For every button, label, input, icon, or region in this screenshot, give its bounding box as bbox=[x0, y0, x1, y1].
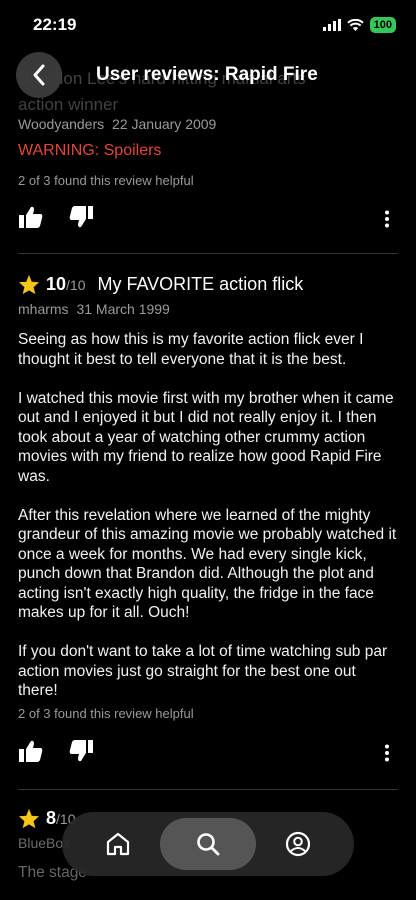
review-2-header: 10 /10 My FAVORITE action flick bbox=[18, 274, 303, 295]
review-1-actions bbox=[0, 204, 416, 234]
review-2-paragraph: Seeing as how this is my favorite action… bbox=[18, 331, 364, 368]
spoiler-warning: WARNING: Spoilers bbox=[18, 142, 162, 159]
more-options-icon[interactable] bbox=[384, 744, 390, 762]
thumbs-up-icon[interactable] bbox=[18, 738, 44, 764]
thumbs-up-icon[interactable] bbox=[18, 204, 44, 230]
divider bbox=[18, 789, 398, 790]
tab-search[interactable] bbox=[160, 818, 256, 870]
tab-profile[interactable] bbox=[272, 818, 324, 870]
star-icon bbox=[18, 274, 40, 295]
page-title: User reviews: Rapid Fire bbox=[96, 64, 318, 85]
review-2-meta: mharms 31 March 1999 bbox=[18, 301, 170, 317]
review-2-helpful: 2 of 3 found this review helpful bbox=[18, 706, 194, 721]
tab-bar bbox=[62, 812, 354, 876]
chevron-left-icon bbox=[33, 64, 45, 86]
status-time: 22:19 bbox=[33, 15, 77, 34]
review-2-body: Seeing as how this is my favorite action… bbox=[18, 330, 398, 720]
review-1-author[interactable]: Woodyanders bbox=[18, 116, 104, 132]
signal-icon bbox=[322, 19, 341, 31]
wifi-icon bbox=[346, 19, 364, 31]
home-icon bbox=[106, 832, 130, 856]
more-options-icon[interactable] bbox=[384, 210, 390, 228]
review-1-helpful: 2 of 3 found this review helpful bbox=[18, 173, 194, 188]
review-1-date: 22 January 2009 bbox=[112, 116, 217, 132]
review-2-rating: 10 bbox=[46, 274, 67, 294]
review-2-date: 31 March 1999 bbox=[76, 301, 170, 317]
status-bar: 22:19 100 bbox=[0, 0, 416, 48]
tab-home[interactable] bbox=[92, 818, 144, 870]
review-2-author[interactable]: mharms bbox=[18, 301, 69, 317]
review-2-paragraph: If you don't want to take a lot of time … bbox=[18, 643, 388, 699]
review-2-rating-max: /10 bbox=[66, 277, 86, 293]
thumbs-down-icon[interactable] bbox=[68, 204, 94, 230]
review-1-meta: Woodyanders 22 January 2009 bbox=[18, 116, 216, 132]
divider bbox=[18, 253, 398, 254]
header: User reviews: Rapid Fire bbox=[0, 48, 416, 100]
back-button[interactable] bbox=[16, 52, 62, 98]
search-icon bbox=[197, 833, 220, 856]
review-3-rating: 8 bbox=[46, 808, 57, 828]
thumbs-down-icon[interactable] bbox=[68, 738, 94, 764]
review-2-paragraph: After this revelation where we learned o… bbox=[18, 506, 397, 622]
review-2-paragraph: I watched this movie first with my broth… bbox=[18, 389, 394, 485]
status-icons: 100 bbox=[322, 17, 396, 33]
profile-icon bbox=[285, 831, 311, 857]
star-icon bbox=[18, 808, 40, 829]
review-2-actions bbox=[0, 738, 416, 768]
review-2-title: My FAVORITE action flick bbox=[97, 274, 304, 294]
battery-icon: 100 bbox=[369, 17, 396, 33]
